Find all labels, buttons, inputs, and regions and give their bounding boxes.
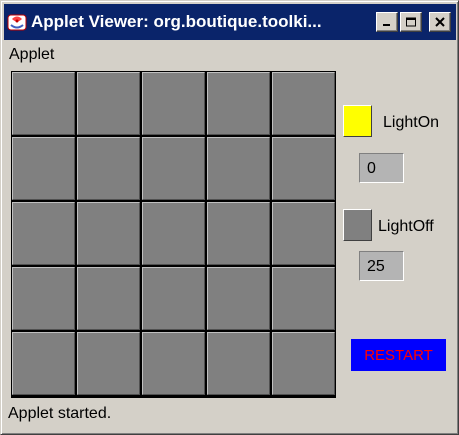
light-cell-r3-c4[interactable] bbox=[207, 202, 270, 265]
light-cell-r1-c1[interactable] bbox=[12, 72, 75, 135]
light-cell-r4-c1[interactable] bbox=[12, 267, 75, 330]
title-bar[interactable]: Applet Viewer: org.boutique.toolki... bbox=[4, 4, 456, 40]
applet-java-icon bbox=[7, 12, 27, 32]
light-on-label: LightOn bbox=[383, 114, 440, 131]
status-bar: Applet started. bbox=[4, 401, 456, 432]
light-cell-r1-c4[interactable] bbox=[207, 72, 270, 135]
light-cell-r2-c2[interactable] bbox=[77, 137, 140, 200]
maximize-icon bbox=[406, 17, 416, 27]
light-on-count: 0 bbox=[359, 153, 404, 183]
close-button[interactable] bbox=[429, 12, 451, 32]
applet-viewer-window: Applet Viewer: org.boutique.toolki... Ap… bbox=[0, 0, 459, 435]
window-title: Applet Viewer: org.boutique.toolki... bbox=[31, 12, 322, 31]
light-cell-r1-c5[interactable] bbox=[272, 72, 335, 135]
light-cell-r2-c4[interactable] bbox=[207, 137, 270, 200]
light-cell-r4-c3[interactable] bbox=[142, 267, 205, 330]
light-cell-r1-c3[interactable] bbox=[142, 72, 205, 135]
light-cell-r2-c5[interactable] bbox=[272, 137, 335, 200]
light-cell-r5-c4[interactable] bbox=[207, 332, 270, 395]
light-off-label: LightOff bbox=[378, 218, 434, 235]
minimize-button[interactable] bbox=[376, 12, 398, 32]
menu-bar: Applet bbox=[4, 41, 456, 65]
minimize-icon bbox=[383, 24, 390, 26]
light-cell-r5-c1[interactable] bbox=[12, 332, 75, 395]
status-text: Applet started. bbox=[8, 405, 112, 422]
light-cell-r4-c2[interactable] bbox=[77, 267, 140, 330]
light-cell-r5-c2[interactable] bbox=[77, 332, 140, 395]
light-grid bbox=[11, 71, 336, 398]
light-cell-r2-c3[interactable] bbox=[142, 137, 205, 200]
light-on-swatch bbox=[343, 105, 372, 137]
light-cell-r3-c1[interactable] bbox=[12, 202, 75, 265]
light-cell-r2-c1[interactable] bbox=[12, 137, 75, 200]
restart-button[interactable]: RESTART bbox=[351, 339, 446, 371]
light-cell-r5-c5[interactable] bbox=[272, 332, 335, 395]
light-cell-r3-c5[interactable] bbox=[272, 202, 335, 265]
light-cell-r5-c3[interactable] bbox=[142, 332, 205, 395]
light-cell-r1-c2[interactable] bbox=[77, 72, 140, 135]
close-icon bbox=[435, 17, 445, 27]
light-cell-r4-c4[interactable] bbox=[207, 267, 270, 330]
light-cell-r3-c2[interactable] bbox=[77, 202, 140, 265]
light-cell-r4-c5[interactable] bbox=[272, 267, 335, 330]
light-off-swatch bbox=[343, 209, 372, 241]
menu-applet[interactable]: Applet bbox=[9, 46, 54, 64]
light-cell-r3-c3[interactable] bbox=[142, 202, 205, 265]
light-off-count: 25 bbox=[359, 251, 404, 281]
maximize-button[interactable] bbox=[400, 12, 422, 32]
